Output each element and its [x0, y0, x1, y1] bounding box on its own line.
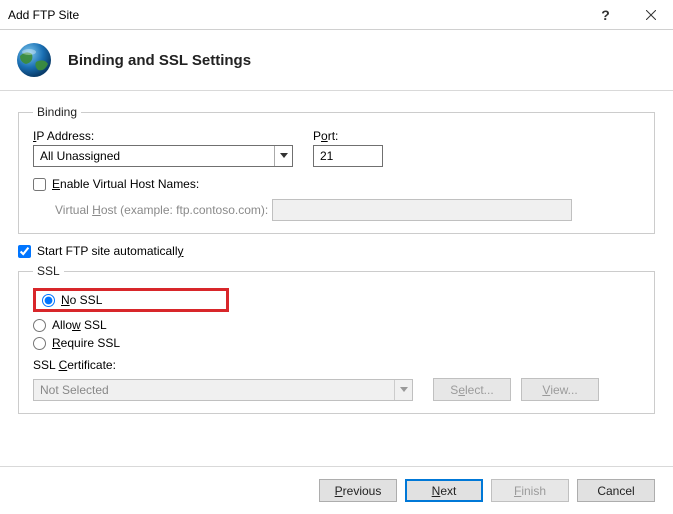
port-label: Port:Port: — [313, 129, 383, 143]
ip-address-value: All Unassigned — [34, 149, 274, 163]
virtual-host-input — [272, 199, 572, 221]
allow-ssl-radio[interactable] — [33, 319, 46, 332]
window-title: Add FTP Site — [8, 8, 583, 22]
ssl-certificate-combo: Not Selected — [33, 379, 413, 401]
enable-virtual-host-checkbox[interactable] — [33, 178, 46, 191]
enable-virtual-host-label: Enable Virtual Host Names:Enable Virtual… — [52, 177, 199, 191]
ssl-certificate-value: Not Selected — [34, 383, 394, 397]
next-button[interactable]: NextNext — [405, 479, 483, 502]
binding-legend: Binding — [33, 105, 81, 119]
view-button: View...View... — [521, 378, 599, 401]
port-input[interactable] — [313, 145, 383, 167]
page-heading: Binding and SSL Settings — [68, 52, 251, 69]
ip-address-combo[interactable]: All Unassigned — [33, 145, 293, 167]
ssl-group: SSL No SSLNo SSL Allow SSLAllow SSL Requ… — [18, 264, 655, 414]
no-ssl-label: No SSLNo SSL — [61, 293, 102, 307]
help-button[interactable]: ? — [583, 0, 628, 30]
binding-group: Binding IP IP Address:Address: All Unass… — [18, 105, 655, 234]
previous-button[interactable]: PreviousPrevious — [319, 479, 397, 502]
no-ssl-radio[interactable] — [42, 294, 55, 307]
globe-icon — [14, 40, 54, 80]
highlight-box: No SSLNo SSL — [33, 288, 229, 312]
close-button[interactable] — [628, 0, 673, 30]
cancel-button[interactable]: Cancel — [577, 479, 655, 502]
require-ssl-radio[interactable] — [33, 337, 46, 350]
select-button: Select...Select... — [433, 378, 511, 401]
virtual-host-label: Virtual Host (example: ftp.contoso.com):… — [55, 203, 268, 217]
ssl-legend: SSL — [33, 264, 64, 278]
start-automatically-checkbox[interactable] — [18, 245, 31, 258]
ssl-certificate-label: SSL Certificate:SSL Certificate: — [33, 358, 640, 372]
start-automatically-label: Start FTP site automaticallyStart FTP si… — [37, 244, 184, 258]
chevron-down-icon — [394, 380, 412, 400]
finish-button: FinishFinish — [491, 479, 569, 502]
require-ssl-label: Require SSLRequire SSL — [52, 336, 120, 350]
close-icon — [646, 10, 656, 20]
allow-ssl-label: Allow SSLAllow SSL — [52, 318, 107, 332]
ip-address-label: IP IP Address:Address: — [33, 129, 293, 143]
chevron-down-icon — [274, 146, 292, 166]
